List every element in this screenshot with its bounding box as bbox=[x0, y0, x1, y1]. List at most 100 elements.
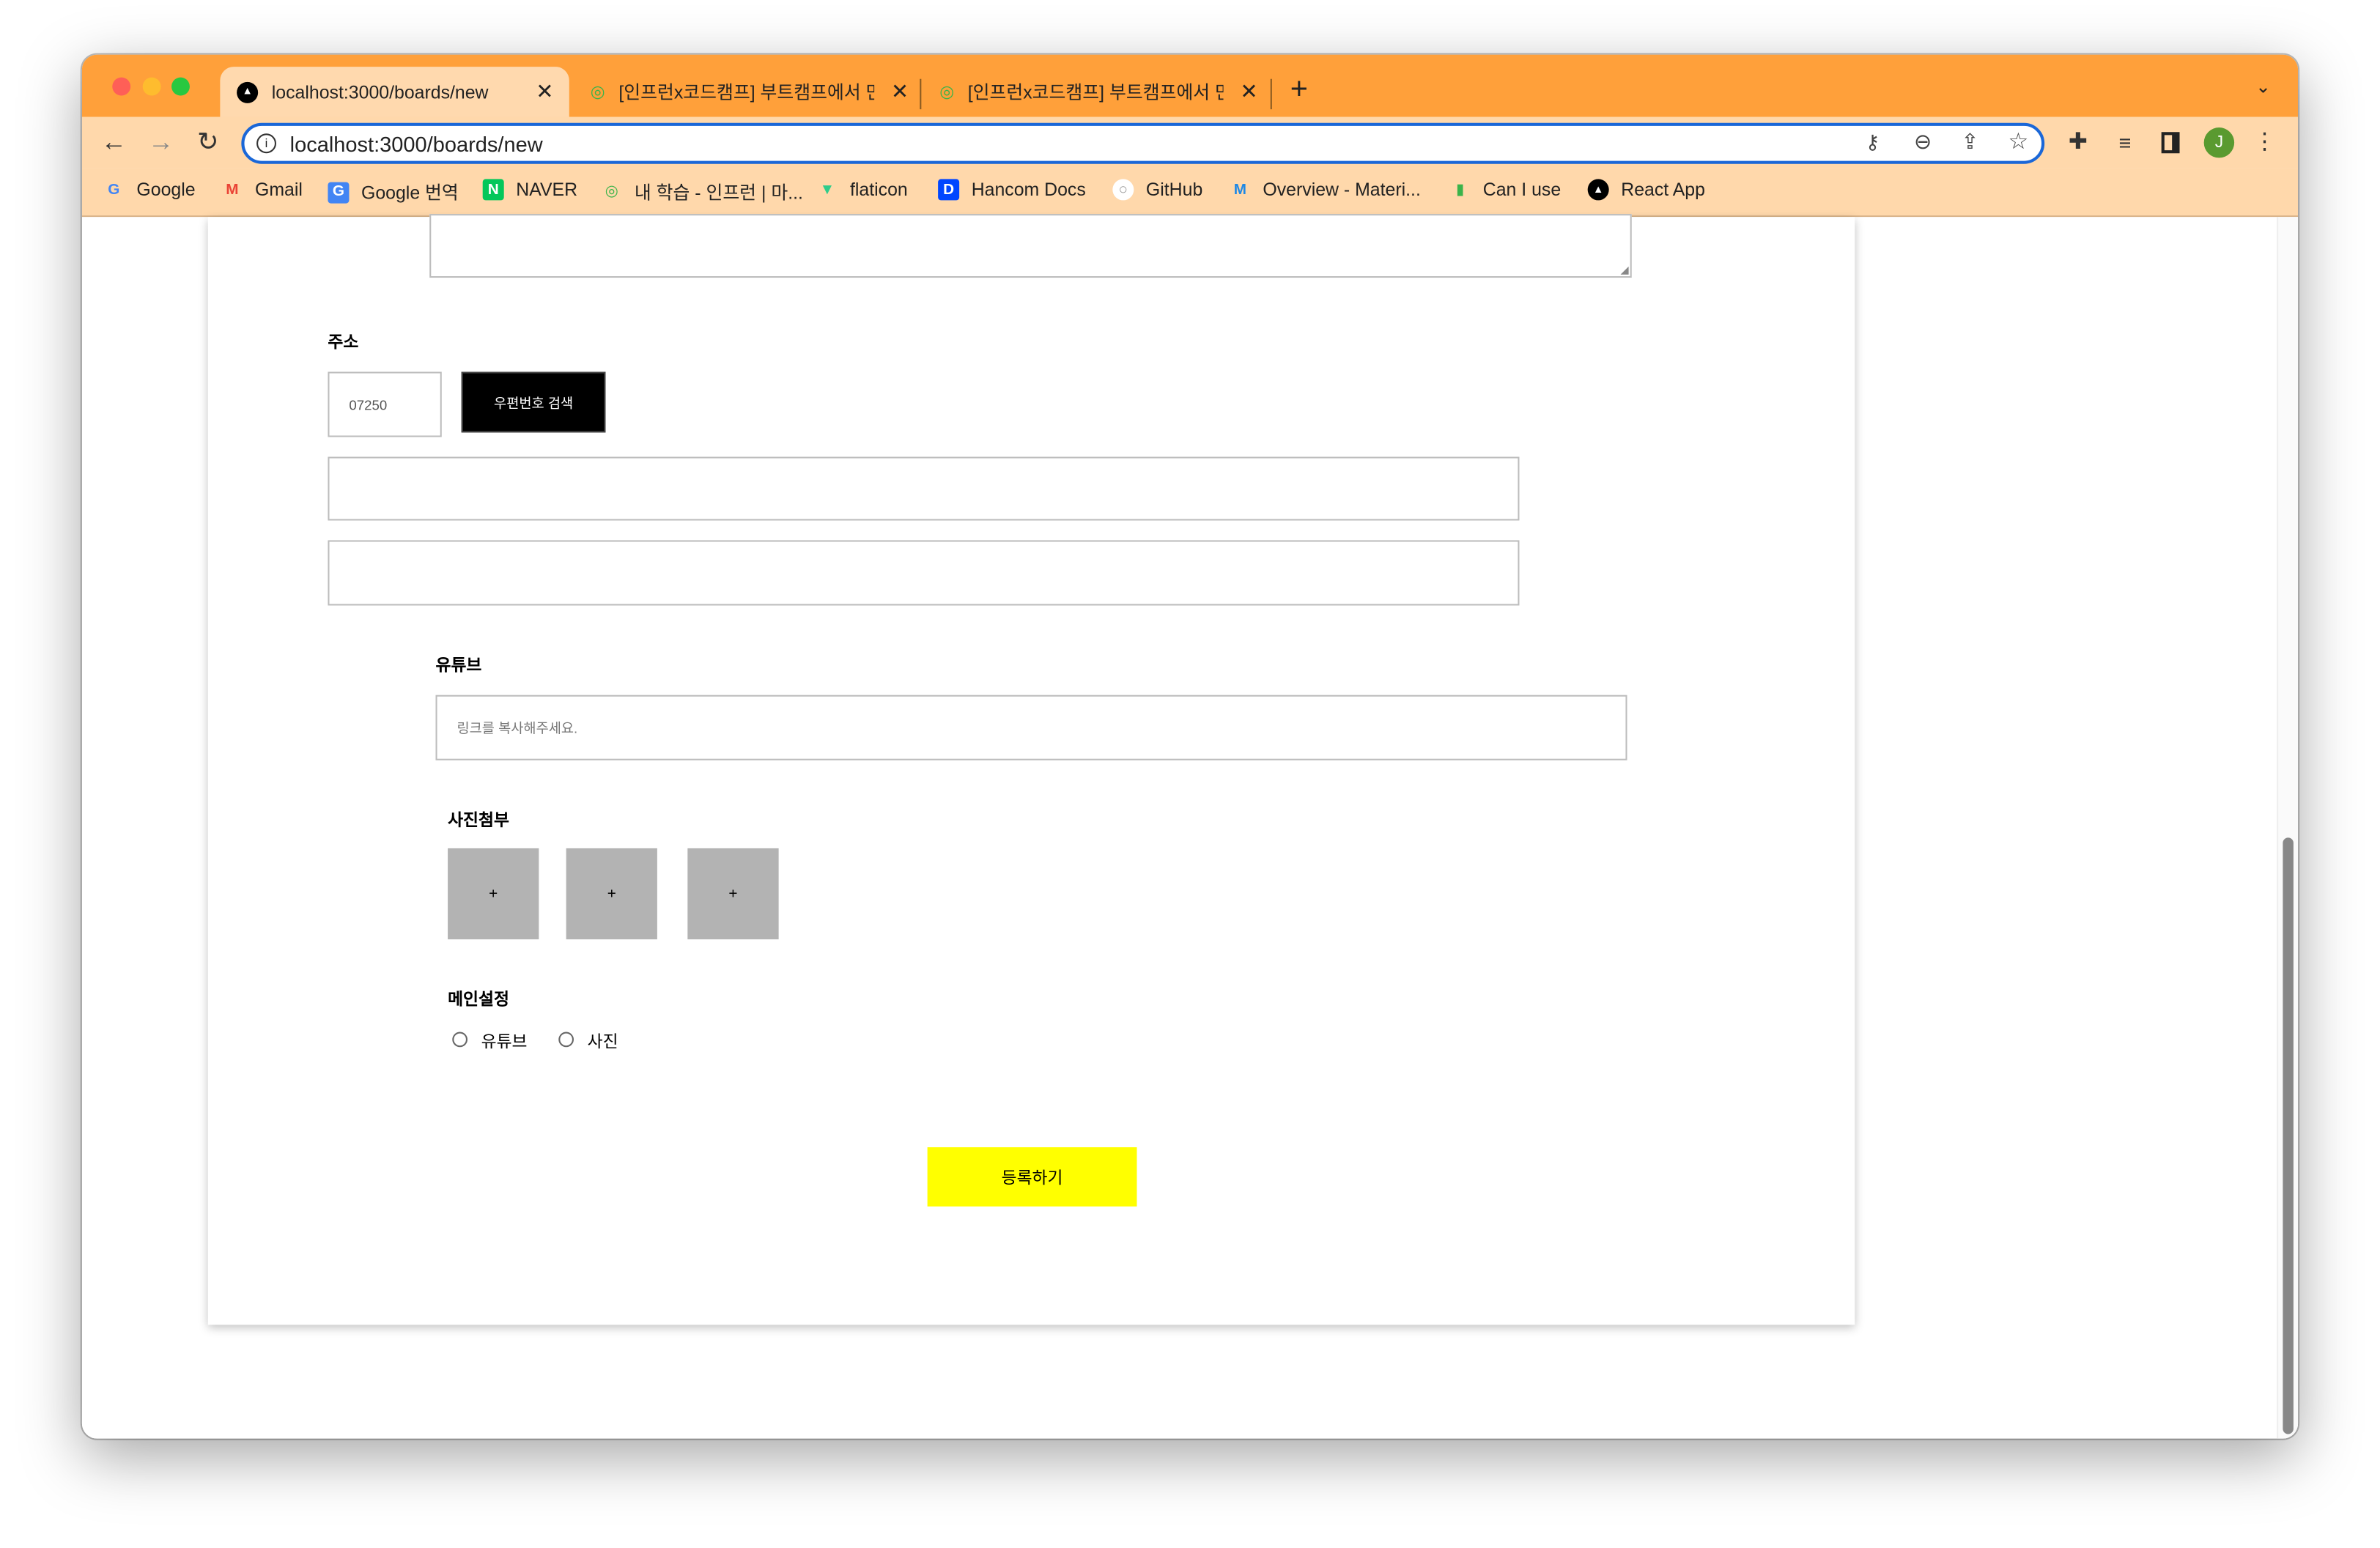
google-translate-icon: G bbox=[328, 181, 350, 203]
bookmark-inflearn[interactable]: ◎ 내 학습 - 인프런 | 마... bbox=[601, 179, 803, 204]
minimize-window-button[interactable] bbox=[142, 77, 161, 96]
address-label: 주소 bbox=[328, 333, 359, 352]
radio-photo-label[interactable]: 사진 bbox=[588, 1029, 618, 1053]
youtube-url-input[interactable]: 링크를 복사해주세요. bbox=[435, 695, 1627, 760]
bookmark-label: Overview - Materi... bbox=[1263, 179, 1421, 201]
toolbar: ← → ↻ i localhost:3000/boards/new ⚷ ⊖ ⇪ … bbox=[81, 116, 2299, 168]
close-window-button[interactable] bbox=[112, 77, 131, 96]
bookmark-gmail[interactable]: M Gmail bbox=[221, 179, 303, 201]
plus-icon: + bbox=[489, 885, 498, 903]
close-tab-icon[interactable]: ✕ bbox=[891, 79, 909, 105]
address-input[interactable] bbox=[328, 456, 1520, 521]
naver-icon: N bbox=[482, 179, 504, 201]
github-icon: ○ bbox=[1112, 179, 1134, 201]
tab-title: [인프런x코드캠프] 부트캠프에서 만든 bbox=[967, 81, 1223, 103]
zipcode-value: 07250 bbox=[349, 396, 388, 412]
tab-separator bbox=[1270, 78, 1272, 110]
photo-upload-button-2[interactable]: + bbox=[566, 848, 657, 940]
bookmarks-bar: G Google M Gmail G Google 번역 N NAVER ◎ 내 학습 -… bbox=[81, 168, 2299, 218]
media-control-icon[interactable]: ≡ bbox=[2108, 127, 2142, 158]
tab-bar: ▲ localhost:3000/boards/new ✕ ◎ [인프런x코드캠… bbox=[81, 54, 2299, 117]
bookmark-label: Can I use bbox=[1482, 179, 1562, 201]
tab-title: localhost:3000/boards/new bbox=[271, 81, 489, 103]
reload-button[interactable]: ↻ bbox=[191, 127, 225, 158]
plus-icon: + bbox=[728, 885, 738, 903]
bookmark-label: flaticon bbox=[849, 179, 908, 201]
radio-youtube-label[interactable]: 유튜브 bbox=[481, 1029, 528, 1053]
share-icon[interactable]: ⇪ bbox=[1961, 129, 1978, 155]
tab[interactable]: ◎ [인프런x코드캠프] 부트캠프에서 만든 ✕ bbox=[934, 67, 1260, 116]
address-bar[interactable]: i localhost:3000/boards/new ⚷ ⊖ ⇪ ☆ bbox=[241, 122, 2045, 164]
react-triangle-icon: ▲ bbox=[1587, 179, 1609, 201]
bookmark-label: Gmail bbox=[254, 179, 303, 201]
bookmark-label: Hancom Docs bbox=[971, 179, 1086, 201]
url-text: localhost:3000/boards/new bbox=[289, 131, 543, 156]
scrollbar[interactable] bbox=[2277, 217, 2299, 1439]
zipcode-search-label: 우편번호 검색 bbox=[494, 395, 574, 411]
board-form-card: ◢ 주소 07250 우편번호 검색 유튜브 링크를 복사해주세요. 사진첨부 … bbox=[207, 214, 1855, 1325]
main-setting-label: 메인설정 bbox=[448, 990, 509, 1010]
tab-separator bbox=[920, 78, 922, 110]
back-button[interactable]: ← bbox=[97, 127, 131, 158]
bookmark-google[interactable]: G Google bbox=[103, 179, 195, 200]
flaticon-icon: ▼ bbox=[819, 181, 835, 199]
resize-handle-icon[interactable]: ◢ bbox=[1620, 264, 1628, 275]
contents-textarea[interactable]: ◢ bbox=[429, 214, 1632, 278]
zipcode-search-button[interactable]: 우편번호 검색 bbox=[461, 371, 606, 433]
submit-button[interactable]: 등록하기 bbox=[927, 1147, 1137, 1207]
caniuse-icon: ▮ bbox=[1455, 181, 1465, 199]
photo-upload-button-3[interactable]: + bbox=[687, 848, 779, 940]
zipcode-input[interactable]: 07250 bbox=[328, 371, 442, 437]
hancom-icon: D bbox=[938, 179, 960, 201]
radio-photo[interactable] bbox=[558, 1032, 574, 1048]
material-ui-icon: M bbox=[1233, 181, 1246, 199]
radio-youtube[interactable] bbox=[452, 1032, 468, 1048]
bookmark-material-ui[interactable]: M Overview - Materi... bbox=[1230, 179, 1421, 200]
bookmark-caniuse[interactable]: ▮ Can I use bbox=[1449, 179, 1561, 200]
photo-label: 사진첨부 bbox=[448, 812, 509, 831]
inflearn-icon: ◎ bbox=[605, 183, 618, 201]
bookmark-github[interactable]: ○ GitHub bbox=[1112, 179, 1203, 201]
submit-label: 등록하기 bbox=[1001, 1169, 1063, 1188]
bookmark-flaticon[interactable]: ▼ flaticon bbox=[816, 179, 908, 201]
key-icon[interactable]: ⚷ bbox=[1866, 130, 1880, 155]
extensions-icon[interactable]: ✚ bbox=[2061, 127, 2095, 158]
bookmark-star-icon[interactable]: ☆ bbox=[2008, 127, 2028, 155]
bookmark-naver[interactable]: N NAVER bbox=[482, 179, 578, 201]
avatar-letter: J bbox=[2214, 133, 2224, 152]
inflearn-icon: ◎ bbox=[939, 83, 955, 102]
react-triangle-icon: ▲ bbox=[237, 81, 259, 103]
bookmark-label: NAVER bbox=[516, 179, 578, 201]
bookmark-label: React App bbox=[1621, 179, 1705, 201]
tab[interactable]: ◎ [인프런x코드캠프] 부트캠프에서 만든 ✕ bbox=[584, 67, 910, 116]
bookmark-label: Google 번역 bbox=[361, 182, 459, 204]
page-viewport: ◢ 주소 07250 우편번호 검색 유튜브 링크를 복사해주세요. 사진첨부 … bbox=[81, 214, 2299, 1439]
zoom-icon[interactable]: ⊖ bbox=[1914, 129, 1932, 155]
bookmark-label: 내 학습 - 인프런 | 마... bbox=[634, 182, 803, 204]
side-panel-icon[interactable] bbox=[2161, 132, 2180, 154]
browser-window: ▲ localhost:3000/boards/new ✕ ◎ [인프런x코드캠… bbox=[81, 54, 2299, 1439]
youtube-label: 유튜브 bbox=[435, 656, 482, 675]
menu-icon[interactable]: ⋮ bbox=[2248, 127, 2282, 158]
bookmark-hancom[interactable]: D Hancom Docs bbox=[938, 179, 1086, 201]
new-tab-button[interactable]: + bbox=[1290, 73, 1308, 108]
scrollbar-thumb[interactable] bbox=[2283, 837, 2294, 1434]
address-detail-input[interactable] bbox=[328, 540, 1520, 606]
maximize-window-button[interactable] bbox=[171, 77, 190, 96]
close-tab-icon[interactable]: ✕ bbox=[536, 79, 553, 105]
photo-upload-button-1[interactable]: + bbox=[448, 848, 539, 940]
close-tab-icon[interactable]: ✕ bbox=[1240, 79, 1257, 105]
site-info-icon[interactable]: i bbox=[256, 133, 276, 154]
inflearn-icon: ◎ bbox=[590, 83, 605, 102]
profile-avatar[interactable]: J bbox=[2203, 127, 2235, 158]
bookmark-react-app[interactable]: ▲ React App bbox=[1587, 179, 1705, 201]
forward-button[interactable]: → bbox=[144, 127, 178, 158]
tab-search-chevron-icon[interactable]: ⌄ bbox=[2255, 76, 2271, 97]
plus-icon: + bbox=[607, 885, 616, 903]
tab-active[interactable]: ▲ localhost:3000/boards/new ✕ bbox=[220, 67, 569, 117]
tab-title: [인프런x코드캠프] 부트캠프에서 만든 bbox=[618, 81, 874, 103]
bookmark-label: GitHub bbox=[1145, 179, 1203, 201]
gmail-icon: M bbox=[226, 181, 239, 199]
bookmark-google-translate[interactable]: G Google 번역 bbox=[328, 179, 459, 204]
youtube-placeholder: 링크를 복사해주세요. bbox=[457, 720, 578, 736]
